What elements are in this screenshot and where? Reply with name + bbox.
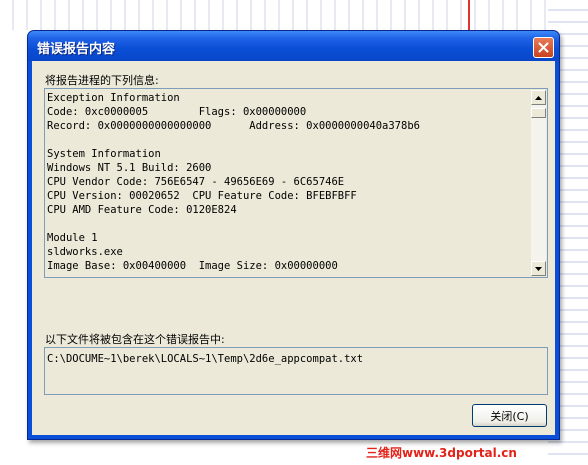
report-line: System Information (47, 148, 161, 160)
report-text: Exception Information Code: 0xc0000005 Fl… (47, 91, 531, 275)
window-title: 错误报告内容 (37, 42, 116, 57)
report-label: 将报告进程的下列信息: (45, 74, 159, 87)
background-accent-line (468, 0, 470, 30)
error-report-dialog: 错误报告内容 将报告进程的下列信息: Exception Information… (27, 30, 560, 440)
arrow-down-icon (535, 266, 542, 271)
scroll-up-button[interactable] (531, 90, 546, 105)
report-line: Module 1 (47, 232, 98, 244)
watermark: 三维网www.3dportal.cn (366, 446, 517, 460)
report-line: Windows NT 5.1 Build: 2600 (47, 162, 212, 174)
title-close-button[interactable] (533, 37, 554, 58)
desktop-background (0, 0, 588, 30)
files-textbox[interactable]: C:\DOCUME~1\berek\LOCALS~1\Temp\2d6e_app… (44, 347, 548, 395)
report-line (47, 217, 531, 231)
report-textbox[interactable]: Exception Information Code: 0xc0000005 Fl… (44, 88, 548, 278)
close-button[interactable]: 关闭(C) (472, 404, 547, 427)
files-label: 以下文件将被包含在这个错误报告中: (45, 333, 225, 346)
report-line: Exception Information (47, 92, 180, 104)
dialog-client-area: 将报告进程的下列信息: Exception Information Code: 0… (32, 61, 555, 435)
report-line: Image Base: 0x00400000 Image Size: 0x000… (47, 260, 338, 272)
report-line (47, 133, 531, 147)
report-line: CPU AMD Feature Code: 0120E824 (47, 204, 237, 216)
report-line: sldworks.exe (47, 246, 123, 258)
report-line: CPU Vendor Code: 756E6547 - 49656E69 - 6… (47, 176, 345, 188)
arrow-up-icon (535, 95, 542, 100)
scroll-down-button[interactable] (531, 261, 546, 276)
report-scrollbar[interactable] (531, 90, 546, 276)
report-line: CPU Version: 00020652 CPU Feature Code: … (47, 190, 357, 202)
report-line: Record: 0x0000000000000000 Address: 0x00… (47, 120, 420, 132)
close-icon (538, 42, 549, 53)
file-path: C:\DOCUME~1\berek\LOCALS~1\Temp\2d6e_app… (47, 353, 364, 365)
title-bar[interactable]: 错误报告内容 (28, 31, 559, 61)
scroll-thumb[interactable] (531, 108, 546, 118)
report-line: Code: 0xc0000005 Flags: 0x00000000 (47, 106, 307, 118)
